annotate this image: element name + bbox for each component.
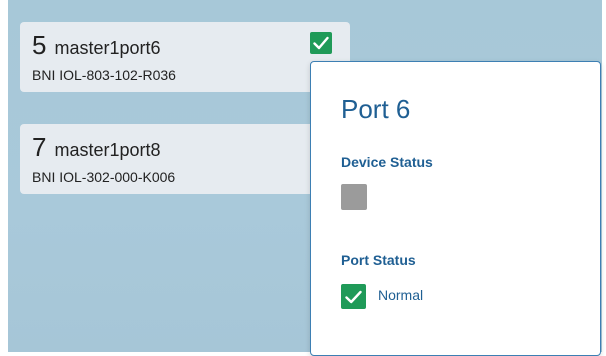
port-name: master1port8 bbox=[54, 140, 160, 161]
device-status-indicator bbox=[341, 184, 367, 210]
port-status-check-icon[interactable] bbox=[310, 32, 332, 54]
port-number: 7 bbox=[32, 134, 46, 160]
left-margin bbox=[0, 0, 8, 354]
popover-title: Port 6 bbox=[341, 94, 410, 125]
port-status-check-icon bbox=[341, 284, 366, 309]
check-icon bbox=[345, 290, 362, 304]
port-status-value: Normal bbox=[378, 287, 423, 303]
port-card-header: 7 master1port8 bbox=[32, 134, 338, 161]
right-margin bbox=[602, 0, 606, 354]
port-model: BNI IOL-803-102-R036 bbox=[32, 67, 338, 83]
port-status-label: Port Status bbox=[341, 252, 416, 268]
port-card[interactable]: 5 master1port6 BNI IOL-803-102-R036 bbox=[20, 22, 350, 92]
port-details-popover: Port 6 Device Status Port Status Normal bbox=[310, 61, 601, 356]
port-card-header: 5 master1port6 bbox=[32, 32, 338, 59]
port-name: master1port6 bbox=[54, 38, 160, 59]
port-card[interactable]: 7 master1port8 BNI IOL-302-000-K006 bbox=[20, 124, 350, 194]
device-status-label: Device Status bbox=[341, 154, 433, 170]
port-model: BNI IOL-302-000-K006 bbox=[32, 169, 338, 185]
port-number: 5 bbox=[32, 32, 46, 58]
check-icon bbox=[313, 36, 329, 50]
